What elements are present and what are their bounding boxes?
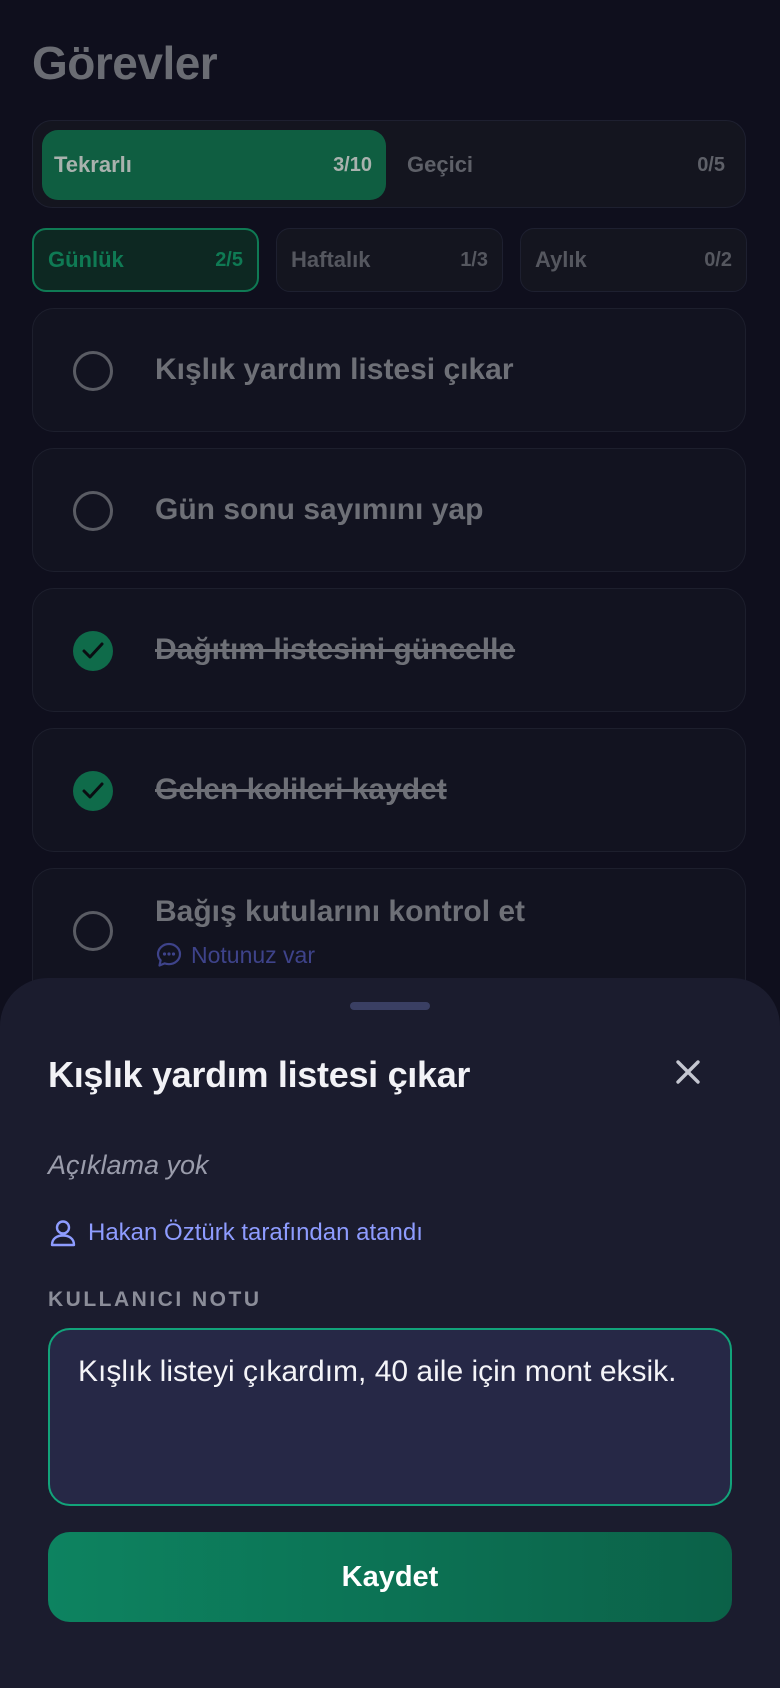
- task-item[interactable]: Kışlık yardım listesi çıkar: [32, 308, 746, 432]
- task-detail-sheet: Kışlık yardım listesi çıkar Açıklama yok…: [0, 978, 780, 1688]
- checkbox-unchecked[interactable]: [73, 491, 113, 531]
- task-item[interactable]: Gün sonu sayımını yap: [32, 448, 746, 572]
- task-description: Açıklama yok: [48, 1150, 209, 1180]
- tab-recurring[interactable]: Tekrarlı 3/10: [42, 130, 386, 200]
- filter-monthly[interactable]: Aylık 0/2: [520, 228, 747, 292]
- task-label: Bağış kutularını kontrol et: [155, 895, 526, 928]
- checkbox-unchecked[interactable]: [73, 351, 113, 391]
- save-button[interactable]: Kaydet: [48, 1532, 732, 1622]
- filter-count: 2/5: [215, 248, 243, 271]
- task-label: Dağıtım listesini güncelle: [155, 633, 516, 666]
- filter-label: Haftalık: [291, 247, 371, 272]
- period-filters: Günlük 2/5 Haftalık 1/3 Aylık 0/2: [32, 228, 747, 292]
- checkbox-unchecked[interactable]: [73, 911, 113, 951]
- note-label: KULLANICI NOTU: [48, 1288, 262, 1311]
- filter-label: Günlük: [48, 247, 124, 272]
- chat-bubble-icon: [156, 942, 182, 967]
- sheet-title: Kışlık yardım listesi çıkar: [48, 1054, 471, 1095]
- sheet-drag-handle[interactable]: [350, 1002, 430, 1010]
- filter-daily[interactable]: Günlük 2/5: [32, 228, 259, 292]
- tab-count: 3/10: [333, 153, 372, 176]
- task-label: Gelen kolileri kaydet: [155, 773, 447, 806]
- close-icon-glyph: [676, 1060, 700, 1084]
- task-label: Gün sonu sayımını yap: [155, 493, 484, 526]
- checkmark-icon: [82, 782, 104, 799]
- task-type-tabs: Tekrarlı 3/10 Geçici 0/5: [32, 120, 746, 208]
- task-item[interactable]: Gelen kolileri kaydet: [32, 728, 746, 852]
- assigned-by: Hakan Öztürk tarafından atandı: [48, 1218, 423, 1248]
- close-icon[interactable]: [672, 1056, 704, 1088]
- checkbox-checked[interactable]: [73, 631, 113, 671]
- task-note-indicator: Notunuz var: [155, 941, 315, 969]
- user-icon: [50, 1220, 76, 1247]
- checkmark-icon: [82, 642, 104, 659]
- tab-temporary[interactable]: Geçici 0/5: [395, 130, 739, 200]
- task-label: Kışlık yardım listesi çıkar: [155, 353, 514, 386]
- tab-count: 0/5: [697, 153, 725, 176]
- task-note-text: Notunuz var: [191, 941, 316, 968]
- filter-weekly[interactable]: Haftalık 1/3: [276, 228, 503, 292]
- checkbox-checked[interactable]: [73, 771, 113, 811]
- task-item[interactable]: Dağıtım listesini güncelle: [32, 588, 746, 712]
- filter-count: 1/3: [460, 248, 488, 271]
- filter-count: 0/2: [704, 248, 732, 271]
- tab-label: Tekrarlı: [54, 152, 132, 177]
- tab-label: Geçici: [407, 152, 474, 177]
- filter-label: Aylık: [535, 247, 587, 272]
- assigned-by-text: Hakan Öztürk tarafından atandı: [88, 1219, 423, 1246]
- user-note-field[interactable]: Kışlık listeyi çıkardım, 40 aile için mo…: [48, 1328, 732, 1506]
- page-title: Görevler: [32, 37, 218, 89]
